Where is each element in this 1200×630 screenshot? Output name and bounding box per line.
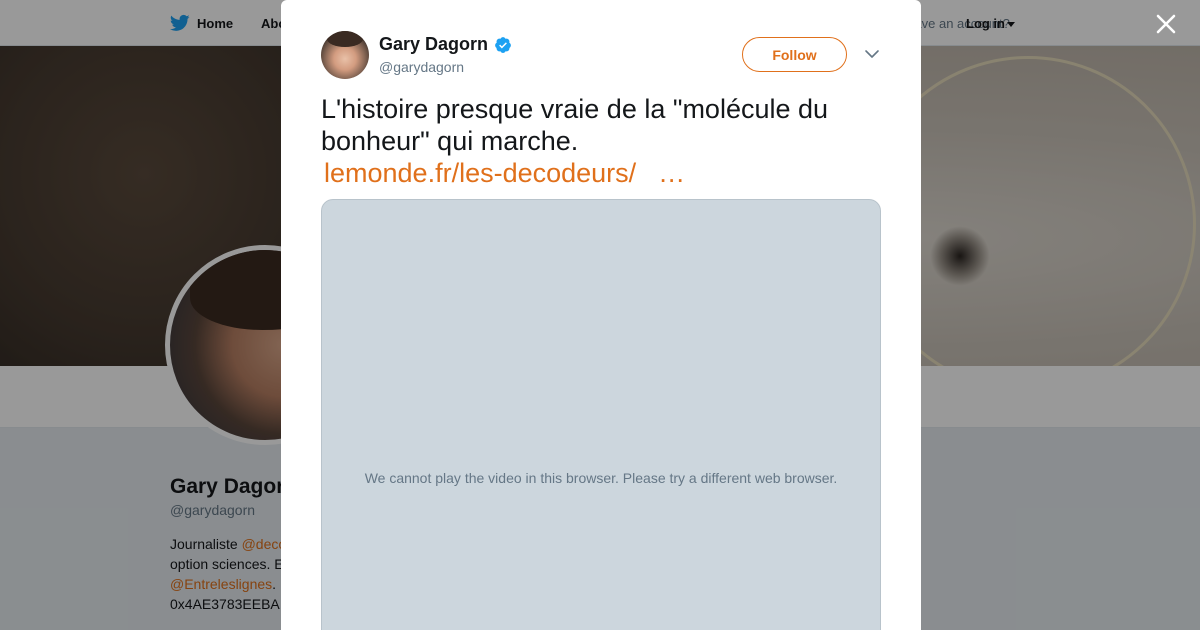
tweet-link[interactable]: lemonde.fr/les-decodeurs/ …	[324, 157, 685, 189]
tweet-author-avatar[interactable]	[321, 31, 369, 79]
video-player[interactable]: We cannot play the video in this browser…	[321, 199, 881, 630]
video-error-message: We cannot play the video in this browser…	[364, 470, 838, 486]
tweet-text: L'histoire presque vraie de la "molécule…	[321, 94, 829, 156]
tweet-author-name: Gary Dagorn	[379, 34, 489, 54]
close-icon[interactable]	[1152, 10, 1180, 38]
tweet-modal: Gary Dagorn @garydagorn Follow L'histoir…	[281, 0, 921, 630]
verified-badge-icon	[495, 36, 511, 53]
avatar-hair	[327, 31, 363, 47]
follow-button[interactable]: Follow	[742, 37, 847, 72]
chevron-down-icon[interactable]	[864, 46, 880, 62]
tweet-link-ellipsis: …	[658, 158, 686, 188]
tweet-author-name-row[interactable]: Gary Dagorn	[379, 34, 512, 55]
tweet-link-text: lemonde.fr/les-decodeurs/	[324, 158, 637, 188]
tweet-author-handle: @garydagorn	[379, 59, 465, 75]
